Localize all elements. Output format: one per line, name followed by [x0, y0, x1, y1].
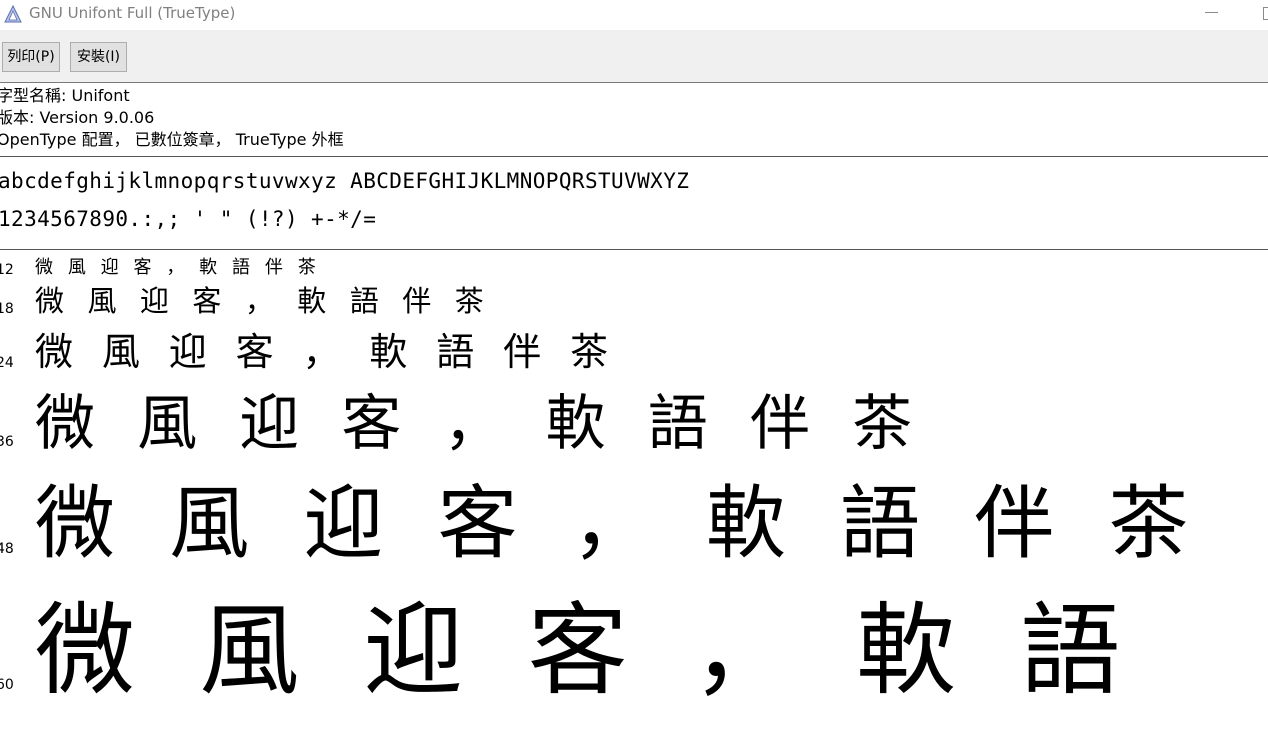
toolbar: 列印(P) 安裝(I)	[0, 30, 1268, 83]
font-name-label: 字型名稱: Unifont	[0, 86, 130, 105]
size-sample-text: 微 風 迎 客 ， 軟 語 伴 茶	[35, 284, 487, 318]
font-viewer-icon	[4, 5, 22, 23]
size-sample-text: 微 風 迎 客 ， 軟 語 伴 茶	[35, 257, 318, 278]
title-bar: GNU Unifont Full (TrueType)	[0, 0, 1268, 30]
size-label: 18	[0, 301, 14, 317]
version-label: 版本: Version 9.0.06	[0, 108, 155, 127]
features-label: OpenType 配置， 已數位簽章， TrueType 外框	[0, 130, 344, 149]
digits-sample: 1234567890.:,; ' " (!?) +-*/=	[0, 207, 377, 231]
minimize-icon[interactable]	[1193, 0, 1233, 28]
size-sample-text: 微 風 迎 客 ， 軟 語 伴 茶	[35, 389, 915, 459]
size-sample-text: 微 風 迎 客 ， 軟 語	[35, 592, 1123, 709]
install-button[interactable]: 安裝(I)	[70, 42, 127, 72]
size-label: 60	[0, 677, 14, 693]
sample-divider	[0, 249, 1268, 250]
alphabet-sample: abcdefghijklmnopqrstuvwxyz ABCDEFGHIJKLM…	[0, 169, 690, 193]
maximize-icon[interactable]	[1250, 0, 1268, 28]
info-divider	[0, 156, 1268, 157]
window-title: GNU Unifont Full (TrueType)	[29, 4, 236, 22]
size-label: 36	[0, 434, 14, 450]
font-viewer-window: GNU Unifont Full (TrueType) 列印(P) 安裝(I) …	[0, 0, 1268, 729]
size-sample-text: 微 風 迎 客 ， 軟 語 伴 茶	[35, 477, 1192, 570]
size-sample-text: 微 風 迎 客 ， 軟 語 伴 茶	[35, 330, 612, 374]
size-label: 12	[0, 262, 14, 278]
size-label: 24	[0, 355, 14, 371]
size-label: 48	[0, 541, 14, 557]
print-button[interactable]: 列印(P)	[2, 42, 60, 72]
